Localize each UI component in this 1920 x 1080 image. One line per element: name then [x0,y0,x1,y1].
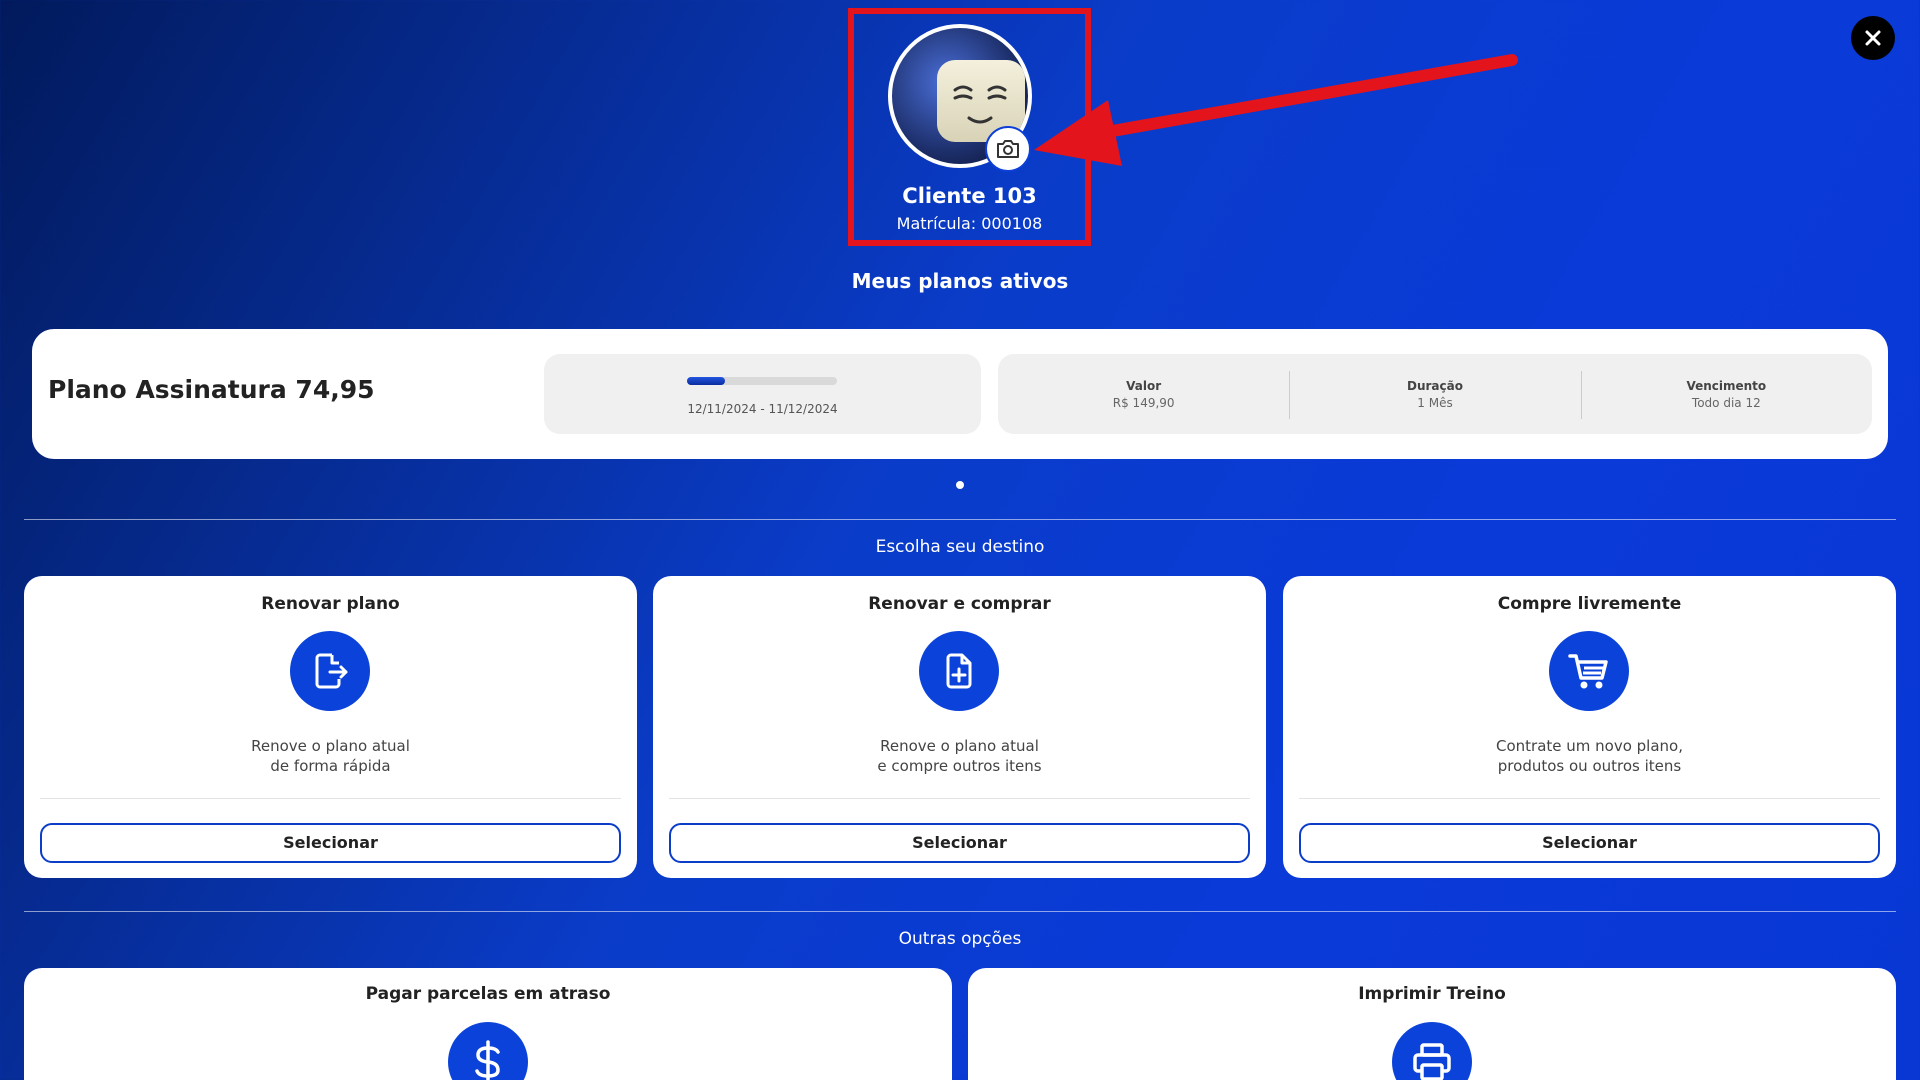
divider [1299,798,1880,799]
detail-label: Vencimento [1686,378,1767,393]
plan-card: Plano Assinatura 74,95 12/11/2024 - 11/1… [32,329,1888,459]
plan-details: Valor R$ 149,90 Duração 1 Mês Vencimento… [998,354,1872,434]
divider [24,911,1896,912]
card-description: Renove o plano atual de forma rápida [24,736,637,776]
card-title: Renovar plano [261,594,400,614]
shopping-cart-icon [1549,631,1629,711]
carousel-dot[interactable] [956,481,964,489]
select-renew-and-buy-button[interactable]: Selecionar [669,823,1250,863]
desc-line: Renove o plano atual [251,737,410,755]
plan-name: Plano Assinatura 74,95 [48,375,375,404]
detail-value: Todo dia 12 [1691,395,1761,410]
card-pay-overdue[interactable]: Pagar parcelas em atraso [24,968,952,1080]
other-options-title: Outras opções [898,929,1022,949]
plan-detail-due: Vencimento Todo dia 12 [1580,370,1872,419]
card-title: Pagar parcelas em atraso [365,984,611,1004]
desc-line: Contrate um novo plano, [1495,737,1683,755]
annotation-arrow [1034,54,1518,166]
detail-label: Valor [1126,378,1162,393]
divider [669,798,1250,799]
desc-line: Renove o plano atual [880,737,1039,755]
detail-value: R$ 149,90 [1112,395,1175,410]
progress-bar [687,377,837,385]
dollar-icon [448,1022,528,1080]
desc-line: produtos ou outros itens [1497,757,1682,775]
card-print-workout[interactable]: Imprimir Treino [968,968,1896,1080]
select-renew-plan-button[interactable]: Selecionar [40,823,621,863]
file-plus-icon [919,631,999,711]
card-title: Renovar e comprar [868,594,1051,614]
select-buy-freely-button[interactable]: Selecionar [1299,823,1880,863]
plan-detail-duration: Duração 1 Mês [1289,370,1580,419]
plan-detail-value: Valor R$ 149,90 [998,379,1289,410]
card-renew-plan: Renovar plano Renove o plano atual de fo… [24,576,637,878]
progress-fill [687,377,725,385]
printer-icon [1392,1022,1472,1080]
file-export-icon [290,631,370,711]
card-description: Contrate um novo plano, produtos ou outr… [1283,736,1896,776]
detail-label: Duração [1407,378,1463,393]
plan-date-range: 12/11/2024 - 11/12/2024 [687,402,838,416]
card-description: Renove o plano atual e compre outros ite… [653,736,1266,776]
desc-line: e compre outros itens [877,757,1042,775]
desc-line: de forma rápida [270,757,391,775]
detail-value: 1 Mês [1417,395,1453,410]
card-title: Imprimir Treino [1358,984,1506,1004]
card-title: Compre livremente [1497,594,1682,614]
plan-progress: 12/11/2024 - 11/12/2024 [544,354,981,434]
card-renew-and-buy: Renovar e comprar Renove o plano atual e… [653,576,1266,878]
divider [24,519,1896,520]
active-plans-title: Meus planos ativos [851,269,1069,293]
card-buy-freely: Compre livremente Contrate um novo plano… [1283,576,1896,878]
destinations-title: Escolha seu destino [875,537,1045,557]
divider [40,798,621,799]
